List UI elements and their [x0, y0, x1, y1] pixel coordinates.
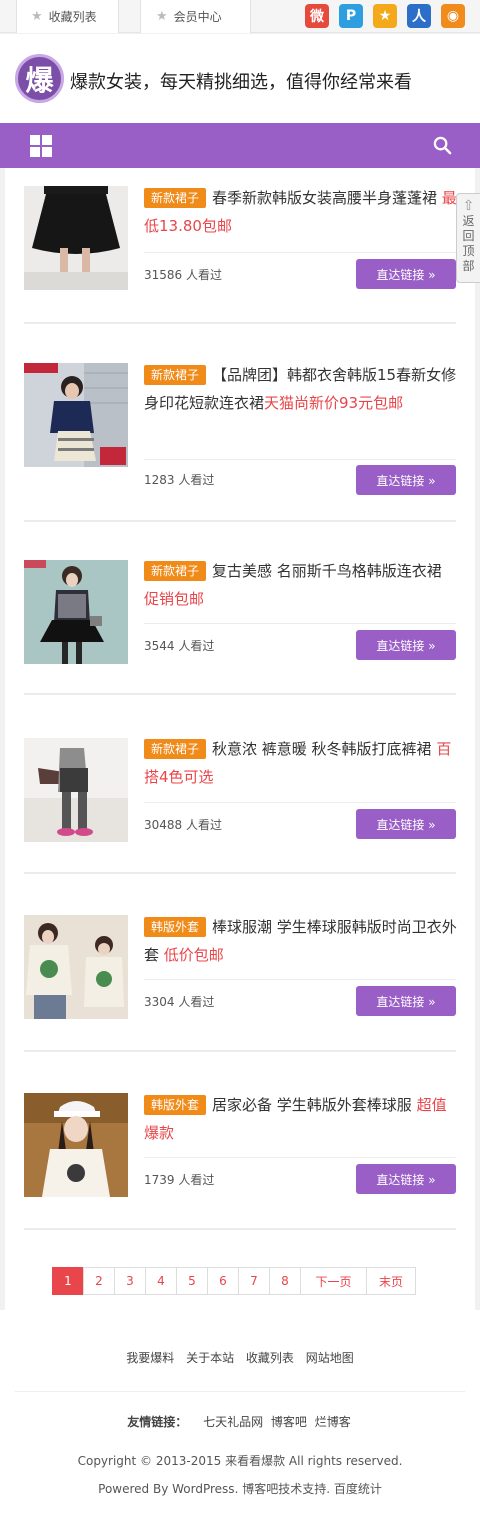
divider	[24, 1228, 456, 1230]
page-6-link[interactable]: 6	[207, 1267, 239, 1295]
footer-link-about[interactable]: 关于本站	[186, 1351, 234, 1365]
pinterest-icon[interactable]: P	[339, 4, 363, 28]
star-icon: ★	[31, 9, 43, 24]
product-thumbnail[interactable]	[24, 1093, 128, 1197]
view-count: 31586 人看过	[144, 268, 222, 282]
page-8-link[interactable]: 8	[269, 1267, 301, 1295]
footer-link-submit[interactable]: 我要爆料	[126, 1351, 174, 1365]
page-4-link[interactable]: 4	[145, 1267, 177, 1295]
site-logo[interactable]: 爆	[15, 54, 64, 103]
direct-link-button[interactable]: 直达链接 »	[356, 465, 456, 495]
rss-icon[interactable]: ◉	[441, 4, 465, 28]
pagination: 1 2 3 4 5 6 7 8 下一页 末页	[52, 1267, 416, 1295]
footer-links: 我要爆料 关于本站 收藏列表 网站地图	[0, 1349, 480, 1366]
arrow-up-icon: ⇧	[462, 198, 475, 214]
favorites-list-link[interactable]: ★ 收藏列表	[16, 0, 119, 33]
view-count: 1283 人看过	[144, 473, 215, 487]
footer-link-favorites[interactable]: 收藏列表	[246, 1351, 294, 1365]
direct-link-button[interactable]: 直达链接 »	[356, 259, 456, 289]
page-3-link[interactable]: 3	[114, 1267, 146, 1295]
divider	[144, 802, 456, 803]
page-2-link[interactable]: 2	[83, 1267, 115, 1295]
divider	[144, 979, 456, 980]
top-bar: ★ 收藏列表 ★ 会员中心 微 P ★ 人 ◉	[0, 0, 480, 33]
friend-link[interactable]: 烂博客	[315, 1415, 351, 1429]
post-title[interactable]: 秋意浓 裤意暖 秋冬韩版打底裤裙 百搭4色可选	[144, 735, 459, 791]
divider	[24, 1050, 456, 1052]
divider	[144, 252, 456, 253]
member-center-label: 会员中心	[173, 10, 222, 24]
direct-link-button[interactable]: 直达链接 »	[356, 1164, 456, 1194]
divider	[144, 623, 456, 624]
direct-link-button[interactable]: 直达链接 »	[356, 630, 456, 660]
divider	[24, 322, 456, 324]
post-title[interactable]: 棒球服潮 学生棒球服韩版时尚卫衣外套 低价包邮	[144, 913, 459, 969]
post-title[interactable]: 复古美感 名丽斯千鸟格韩版连衣裙 促销包邮	[144, 557, 459, 613]
last-page-link[interactable]: 末页	[366, 1267, 416, 1295]
view-count: 30488 人看过	[144, 818, 222, 832]
copyright: Copyright © 2013-2015 来看看爆款 All rights r…	[77, 1454, 403, 1468]
page-7-link[interactable]: 7	[238, 1267, 270, 1295]
product-thumbnail[interactable]	[24, 186, 128, 290]
site-header: 爆 爆款女装，每天精挑细选，值得你经常来看	[0, 34, 480, 123]
friend-link[interactable]: 七天礼品网	[203, 1415, 263, 1429]
friend-link[interactable]: 博客吧	[271, 1415, 307, 1429]
page-5-link[interactable]: 5	[176, 1267, 208, 1295]
menu-grid-icon[interactable]	[30, 135, 52, 157]
post-list: 新款裙子 春季新款韩版女装高腰半身蓬蓬裙 最低13.80包邮 31586 人看过…	[5, 168, 475, 1310]
direct-link-button[interactable]: 直达链接 »	[356, 809, 456, 839]
divider	[144, 1157, 456, 1158]
direct-link-button[interactable]: 直达链接 »	[356, 986, 456, 1016]
product-thumbnail[interactable]	[24, 915, 128, 1019]
friend-links-label: 友情链接：	[127, 1415, 188, 1429]
view-count: 1739 人看过	[144, 1173, 215, 1187]
powered-by: Powered By WordPress. 博客吧技术支持. 百度统计	[98, 1482, 382, 1496]
post-title[interactable]: 春季新款韩版女装高腰半身蓬蓬裙 最低13.80包邮	[144, 184, 459, 240]
divider	[144, 459, 456, 460]
star-icon: ★	[156, 9, 168, 24]
post-title[interactable]: 【品牌团】韩都衣舍韩版15春新女修身印花短款连衣裙天猫尚新价93元包邮	[144, 361, 459, 417]
site-footer: 我要爆料 关于本站 收藏列表 网站地图 友情链接： 七天礼品网 博客吧 烂博客 …	[0, 1310, 480, 1521]
product-thumbnail[interactable]	[24, 738, 128, 842]
next-page-link[interactable]: 下一页	[300, 1267, 367, 1295]
search-icon[interactable]	[433, 136, 452, 155]
qzone-icon[interactable]: ★	[373, 4, 397, 28]
weibo-icon[interactable]: 微	[305, 4, 329, 28]
view-count: 3544 人看过	[144, 639, 215, 653]
post-title[interactable]: 居家必备 学生韩版外套棒球服 超值爆款	[144, 1091, 459, 1147]
divider	[24, 872, 456, 874]
footer-link-sitemap[interactable]: 网站地图	[306, 1351, 354, 1365]
renren-icon[interactable]: 人	[407, 4, 431, 28]
footer-divider	[15, 1391, 465, 1392]
view-count: 3304 人看过	[144, 995, 215, 1009]
friend-links: 友情链接： 七天礼品网 博客吧 烂博客	[0, 1413, 480, 1430]
product-thumbnail[interactable]	[24, 560, 128, 664]
page-1-link[interactable]: 1	[52, 1267, 84, 1295]
favorites-list-label: 收藏列表	[48, 10, 97, 24]
site-title[interactable]: 爆款女装，每天精挑细选，值得你经常来看	[70, 68, 412, 94]
back-to-top-button[interactable]: ⇧ 返回顶部	[456, 193, 480, 283]
back-to-top-label: 返回顶部	[462, 214, 475, 273]
member-center-link[interactable]: ★ 会员中心	[140, 0, 251, 33]
divider	[24, 520, 456, 522]
divider	[24, 693, 456, 695]
nav-bar	[0, 123, 480, 168]
product-thumbnail[interactable]	[24, 363, 128, 467]
